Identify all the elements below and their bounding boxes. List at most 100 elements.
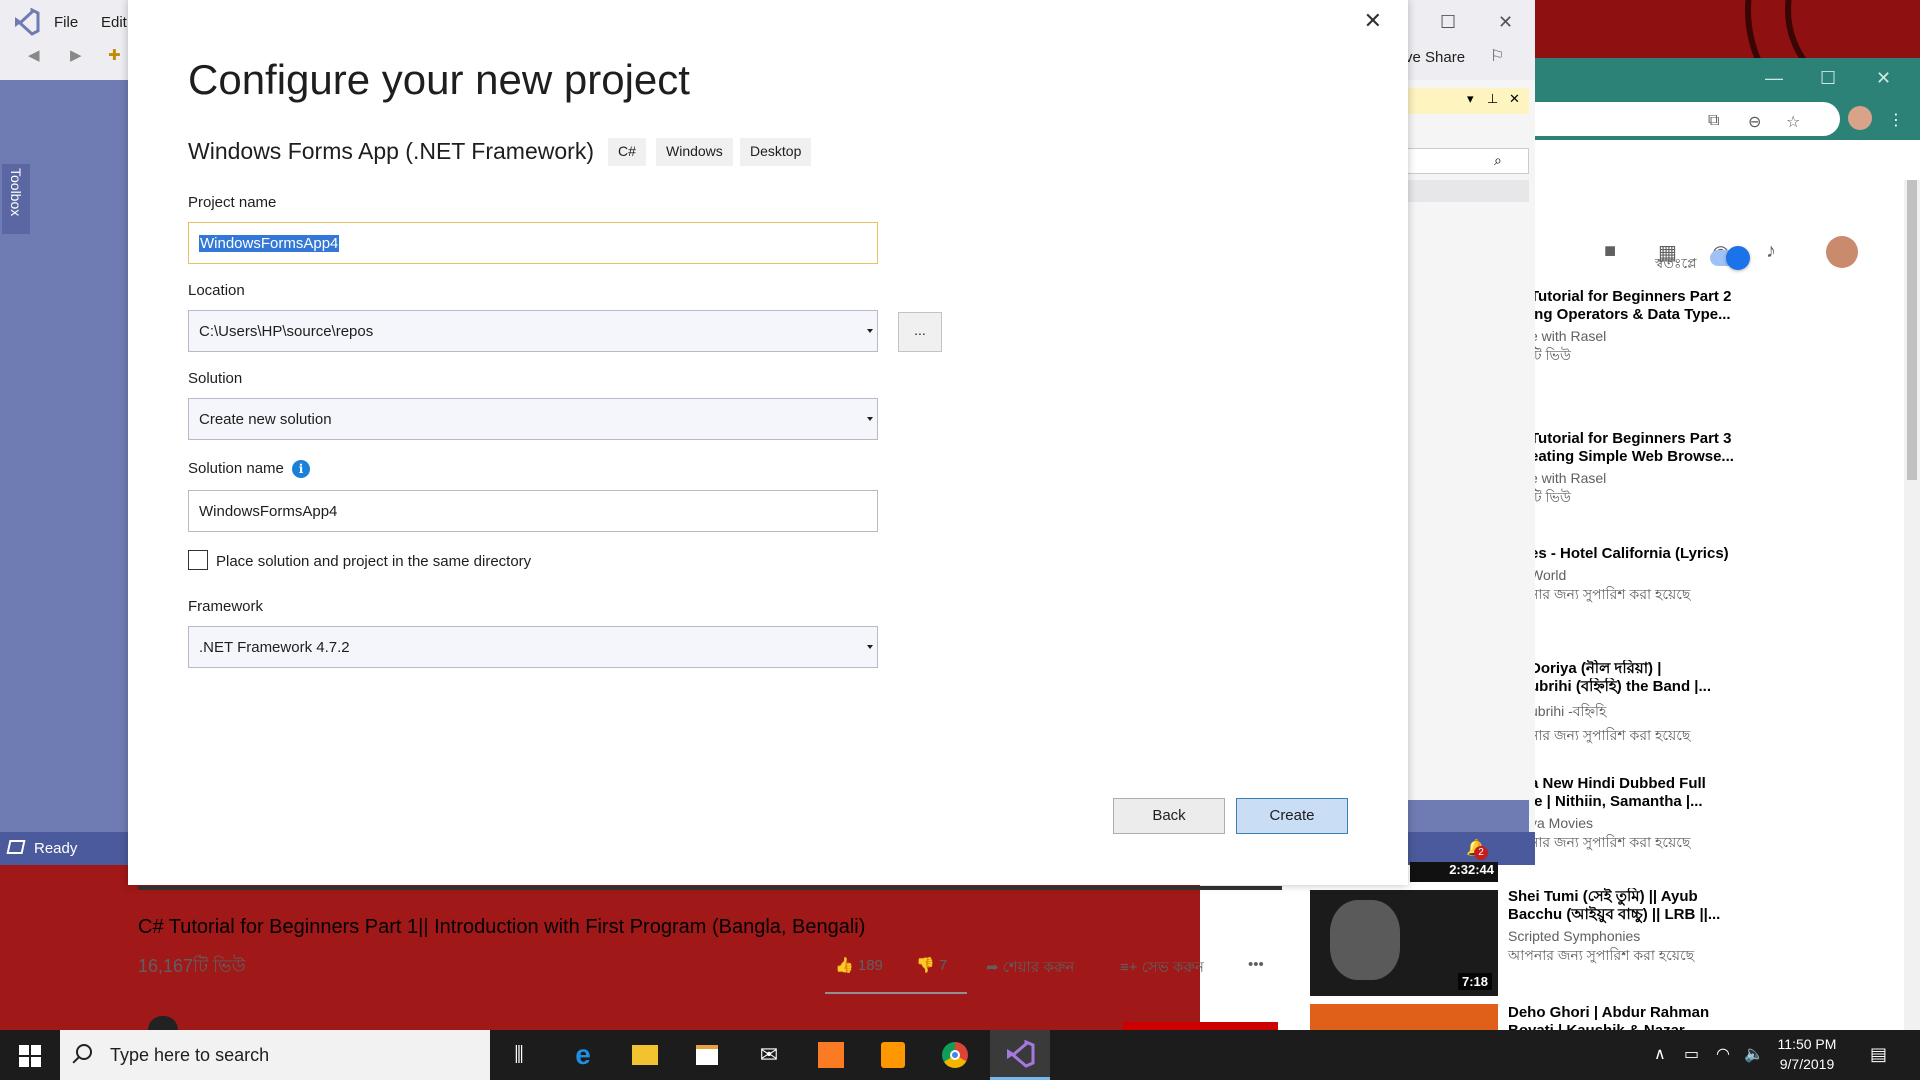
file-explorer-icon[interactable] (628, 1038, 662, 1072)
autoplay-toggle[interactable] (1710, 246, 1750, 270)
forward-nav-icon[interactable]: ▶ (70, 46, 82, 64)
zoom-icon[interactable]: ⊖ (1748, 112, 1761, 132)
vs-panel-header: ▾ ⊥ ✕ (1405, 88, 1529, 114)
solution-name-label: Solution name (188, 460, 284, 477)
windows-taskbar: Type here to search ⫼ e ✉ ∧ ▭ ◠ 🔈 11:50 … (0, 1030, 1920, 1080)
sidebar-video-5[interactable]: a New Hindi Dubbed Full ie | Nithiin, Sa… (1530, 775, 1770, 855)
template-name: Windows Forms App (.NET Framework) (188, 138, 594, 164)
profile-avatar[interactable] (1848, 106, 1872, 130)
notification-badge: 2 (1474, 846, 1488, 860)
create-video-icon[interactable]: ■ (1604, 240, 1616, 263)
configure-project-dialog: ✕ Configure your new project Windows For… (128, 0, 1408, 885)
autoplay-label: স্বতঃপ্লে (1655, 255, 1697, 271)
sidebar-video-7[interactable]: Deho Ghori | Abdur Rahman Boyati | Kaush… (1508, 1004, 1748, 1030)
sublime-text-icon[interactable] (876, 1038, 910, 1072)
show-hidden-icons[interactable]: ∧ (1654, 1044, 1666, 1064)
menu-dots-icon[interactable]: ⋮ (1888, 110, 1904, 130)
mail-icon[interactable]: ✉ (752, 1038, 786, 1072)
share-button[interactable]: ➦ শেয়ার করুন (986, 956, 1074, 981)
dropdown-icon[interactable]: ▾ (1467, 91, 1474, 107)
wifi-icon[interactable]: ◠ (1716, 1044, 1730, 1064)
framework-label: Framework (188, 598, 264, 615)
location-label: Location (188, 282, 245, 299)
system-clock[interactable]: 11:50 PM 9/7/2019 (1762, 1034, 1852, 1074)
sidebar-thumbnail[interactable]: 7:18 (1310, 890, 1498, 996)
sidebar-thumbnail[interactable] (1310, 1004, 1498, 1030)
live-share-button[interactable]: ve Share (1405, 49, 1465, 66)
video-title: C# Tutorial for Beginners Part 1|| Intro… (138, 916, 866, 938)
visual-studio-taskbar-item[interactable] (990, 1030, 1050, 1080)
project-name-label: Project name (188, 194, 277, 211)
pin-icon[interactable]: ⊥ (1487, 91, 1498, 107)
dislike-button[interactable]: 👎 7 (916, 956, 947, 974)
chevron-down-icon[interactable] (867, 417, 873, 421)
search-placeholder: Type here to search (110, 1045, 270, 1065)
browser-scrollbar[interactable] (1904, 180, 1920, 1030)
visual-studio-logo-icon (15, 8, 40, 36)
framework-dropdown[interactable]: .NET Framework 4.7.2 (188, 626, 878, 668)
subscribe-button[interactable] (1123, 1022, 1278, 1030)
action-center-icon[interactable]: ▤ (1870, 1044, 1887, 1065)
vs-panel-strip (1405, 180, 1529, 202)
translate-icon[interactable]: ⧉ (1708, 112, 1719, 130)
minimize-icon[interactable]: — (1765, 68, 1783, 89)
chevron-down-icon[interactable] (867, 329, 873, 333)
dialog-close-icon[interactable]: ✕ (1364, 8, 1382, 34)
menu-file[interactable]: File (54, 14, 78, 31)
back-button[interactable]: Back (1113, 798, 1225, 834)
notifications-bell-icon[interactable]: ♪ (1766, 240, 1776, 263)
chrome-icon[interactable] (938, 1038, 972, 1072)
visual-studio-icon (1007, 1040, 1035, 1068)
same-directory-label[interactable]: Place solution and project in the same d… (216, 553, 531, 570)
maximize-icon[interactable]: ☐ (1820, 68, 1836, 89)
channel-avatar[interactable] (148, 1016, 178, 1030)
save-button[interactable]: ≡+ সেভ করুন (1120, 956, 1204, 981)
browse-location-button[interactable]: ... (898, 312, 942, 352)
edge-icon[interactable]: e (566, 1038, 600, 1072)
toolbox-tab[interactable]: Toolbox (2, 164, 30, 234)
taskbar-search[interactable]: Type here to search (60, 1030, 490, 1080)
start-button[interactable] (0, 1030, 60, 1080)
solution-dropdown[interactable]: Create new solution (188, 398, 878, 440)
search-icon: ⌕ (1494, 152, 1502, 168)
feedback-icon[interactable]: ⚐ (1490, 46, 1504, 66)
back-nav-icon[interactable]: ◀ (28, 46, 40, 64)
xampp-icon[interactable] (814, 1038, 848, 1072)
solution-label: Solution (188, 370, 243, 387)
thumbnail-duration: 2:32:44 (1410, 862, 1498, 882)
project-name-input[interactable]: WindowsFormsApp4 (188, 222, 878, 264)
like-button[interactable]: 👍 189 (835, 956, 883, 974)
create-button[interactable]: Create (1236, 798, 1348, 834)
solution-name-input[interactable]: WindowsFormsApp4 (188, 490, 878, 532)
store-icon[interactable] (690, 1038, 724, 1072)
sidebar-video-4[interactable]: Doriya (নীল দরিয়া) | ubrihi (বহ্নিহি) t… (1530, 660, 1770, 748)
vs-close-icon[interactable]: ✕ (1498, 12, 1513, 33)
vs-panel-search[interactable]: ⌕ (1405, 148, 1529, 174)
battery-icon[interactable]: ▭ (1684, 1044, 1699, 1064)
volume-icon[interactable]: 🔈 (1744, 1044, 1764, 1064)
bookmark-star-icon[interactable]: ☆ (1786, 112, 1800, 132)
more-icon[interactable]: ••• (1248, 956, 1264, 973)
chevron-down-icon[interactable] (867, 645, 873, 649)
video-progress-bar[interactable] (138, 886, 1282, 890)
tag-project-type: Desktop (740, 138, 812, 166)
location-combobox[interactable]: C:\Users\HP\source\repos (188, 310, 878, 352)
menu-edit[interactable]: Edit (101, 14, 127, 31)
vs-maximize-icon[interactable]: ☐ (1440, 12, 1456, 33)
desktop-wallpaper (1535, 0, 1920, 60)
task-view-icon[interactable]: ⫼ (502, 1038, 536, 1072)
windows-logo-icon (19, 1045, 29, 1055)
same-directory-checkbox[interactable] (188, 550, 208, 570)
tag-platform: Windows (656, 138, 733, 166)
sidebar-video-3[interactable]: es - Hotel California (Lyrics) World নার… (1530, 545, 1770, 607)
search-icon (76, 1044, 92, 1060)
new-item-icon[interactable]: ✚ (108, 46, 121, 64)
sidebar-video-2[interactable]: Tutorial for Beginners Part 3 eating Sim… (1530, 430, 1770, 510)
sidebar-video-6[interactable]: Shei Tumi (সেই তুমি) || Ayub Bacchu (আইয… (1508, 888, 1748, 968)
user-avatar[interactable] (1826, 236, 1858, 268)
sidebar-video-1[interactable]: Tutorial for Beginners Part 2 ing Operat… (1530, 288, 1770, 368)
panel-close-icon[interactable]: ✕ (1509, 91, 1520, 107)
info-icon[interactable]: i (292, 460, 310, 478)
like-ratio-bar (825, 992, 967, 994)
close-icon[interactable]: ✕ (1876, 68, 1891, 89)
